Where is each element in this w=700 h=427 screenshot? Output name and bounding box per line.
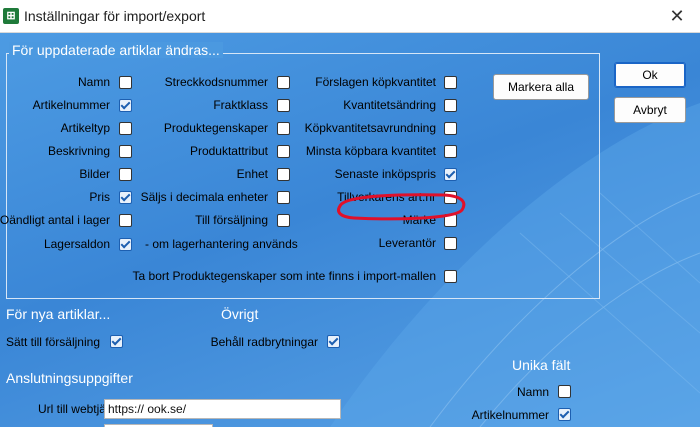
option-label: Säljs i decimala enheter bbox=[140, 190, 268, 204]
option-label: Streckkodsnummer bbox=[164, 75, 268, 89]
option-label: Namn bbox=[516, 385, 549, 399]
checkbox-kopkvantitetsavrundning[interactable] bbox=[444, 122, 457, 135]
option-label: Pris bbox=[89, 190, 110, 204]
option-label: Oändligt antal i lager bbox=[0, 213, 110, 227]
option-label: Beskrivning bbox=[47, 144, 110, 158]
checkbox-lagersaldon[interactable] bbox=[119, 238, 132, 251]
checkbox-bilder[interactable] bbox=[119, 168, 132, 181]
checkbox-senaste-inkopspris[interactable] bbox=[444, 168, 457, 181]
option-label: Köpkvantitetsavrundning bbox=[304, 121, 436, 135]
window-title: Inställningar för import/export bbox=[24, 8, 206, 24]
close-icon[interactable]: ✕ bbox=[654, 0, 700, 32]
other-title: Övrigt bbox=[221, 306, 259, 322]
option-label: Produktegenskaper bbox=[163, 121, 268, 135]
checkbox-artikeltyp[interactable] bbox=[119, 122, 132, 135]
checkbox-produktegenskaper[interactable] bbox=[277, 122, 290, 135]
checkbox-minsta-kopbara[interactable] bbox=[444, 145, 457, 158]
checkbox-unique-artikelnummer[interactable] bbox=[558, 408, 571, 421]
option-label: Till försäljning bbox=[195, 213, 268, 227]
checkbox-behall-radbrytningar[interactable] bbox=[327, 335, 340, 348]
unique-fields-title: Unika fält bbox=[512, 357, 571, 373]
checkbox-streckkodsnummer[interactable] bbox=[277, 76, 290, 89]
option-label: Fraktklass bbox=[213, 98, 268, 112]
option-label: Tillverkarens art.nr bbox=[337, 190, 436, 204]
url-input[interactable]: https:// ook.se/ bbox=[104, 399, 341, 419]
app-icon: ⊞ bbox=[3, 8, 19, 24]
checkbox-decimala-enheter[interactable] bbox=[277, 191, 290, 204]
option-label: Minsta köpbara kvantitet bbox=[305, 144, 436, 158]
checkbox-produktattribut[interactable] bbox=[277, 145, 290, 158]
mark-all-button[interactable]: Markera alla bbox=[493, 74, 589, 100]
cancel-button[interactable]: Avbryt bbox=[614, 97, 686, 123]
option-label: Märke bbox=[402, 213, 436, 227]
option-label: Kvantitetsändring bbox=[343, 98, 436, 112]
checkbox-enhet[interactable] bbox=[277, 168, 290, 181]
updated-articles-title: För uppdaterade artiklar ändras... bbox=[9, 42, 223, 58]
option-label: Leverantör bbox=[378, 236, 436, 250]
checkbox-satt-till-forsaljning[interactable] bbox=[110, 335, 123, 348]
checkbox-oandligt-antal[interactable] bbox=[119, 214, 132, 227]
checkbox-marke[interactable] bbox=[444, 214, 457, 227]
checkbox-ta-bort-produktegenskaper[interactable] bbox=[444, 270, 457, 283]
checkbox-kvantitetsandring[interactable] bbox=[444, 99, 457, 112]
lagersaldon-note: - om lagerhantering används bbox=[145, 237, 298, 251]
checkbox-namn[interactable] bbox=[119, 76, 132, 89]
checkbox-tillverkarens-artnr[interactable] bbox=[444, 191, 457, 204]
option-label: Bilder bbox=[79, 167, 110, 181]
option-label: Förslagen köpkvantitet bbox=[315, 75, 436, 89]
option-label: Namn bbox=[77, 75, 110, 89]
option-label: Artikelnummer bbox=[471, 408, 549, 422]
title-bar: ⊞ Inställningar för import/export ✕ bbox=[0, 0, 700, 33]
option-label: Behåll radbrytningar bbox=[210, 335, 318, 349]
checkbox-artikelnummer[interactable] bbox=[119, 99, 132, 112]
checkbox-beskrivning[interactable] bbox=[119, 145, 132, 158]
option-label: Ta bort Produktegenskaper som inte finns… bbox=[132, 269, 436, 283]
option-label: Enhet bbox=[236, 167, 268, 181]
ok-button[interactable]: Ok bbox=[614, 62, 686, 88]
option-label: Artikelnummer bbox=[32, 98, 110, 112]
dialog-client-area: För uppdaterade artiklar ändras... Namn … bbox=[0, 33, 700, 427]
option-label: Lagersaldon bbox=[43, 237, 110, 251]
checkbox-till-forsaljning[interactable] bbox=[277, 214, 290, 227]
option-label: Senaste inköpspris bbox=[334, 167, 436, 181]
checkbox-fraktklass[interactable] bbox=[277, 99, 290, 112]
option-label: Sätt till försäljning bbox=[5, 335, 100, 349]
checkbox-leverantor[interactable] bbox=[444, 237, 457, 250]
option-label: Produktattribut bbox=[189, 144, 268, 158]
option-label: Artikeltyp bbox=[60, 121, 110, 135]
checkbox-pris[interactable] bbox=[119, 191, 132, 204]
checkbox-unique-namn[interactable] bbox=[558, 385, 571, 398]
new-articles-title: För nya artiklar... bbox=[6, 306, 111, 322]
connection-title: Anslutningsuppgifter bbox=[6, 370, 133, 386]
checkbox-forslagen-kopkvantitet[interactable] bbox=[444, 76, 457, 89]
